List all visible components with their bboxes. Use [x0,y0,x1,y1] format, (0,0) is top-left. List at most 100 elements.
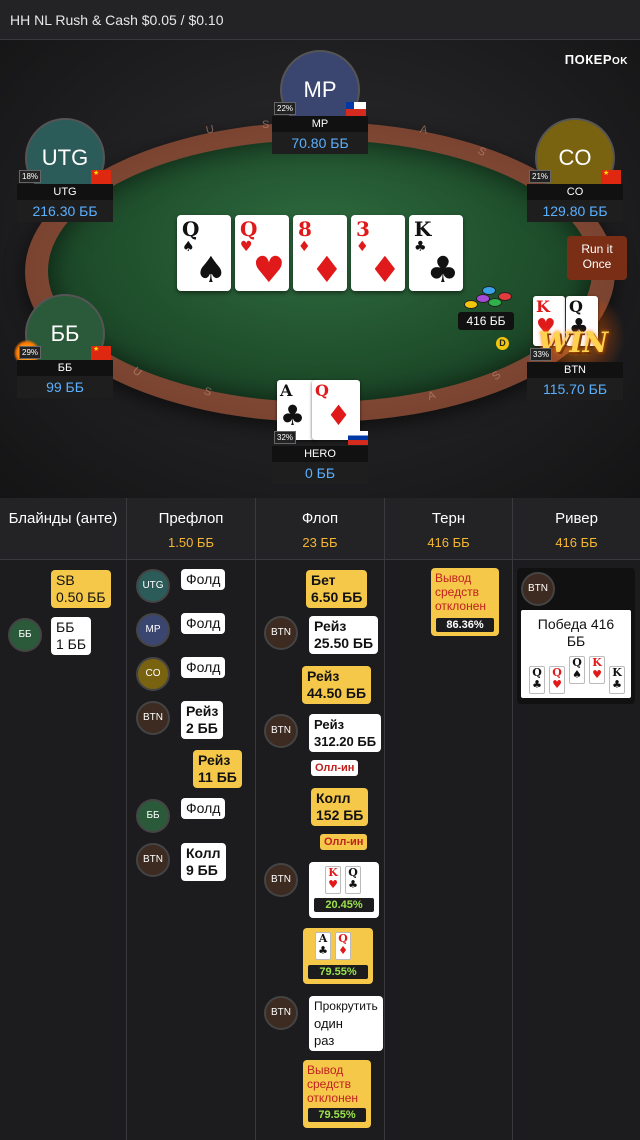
hand-history: Блайнды (анте) Префлоп 1.50 ББ Флоп 23 ББ … [0,498,640,1140]
pot-chips-icon [462,286,512,312]
shown-hand-btn: K ♥ Q ♣ 20.45% [309,862,379,918]
player-avatar-btn: BTN [264,616,298,650]
action-bubble: Рейз 2 ББ [181,701,224,739]
mini-card: Q ♣ [529,666,545,694]
player-avatar-btn: BTN [136,843,170,877]
board-card: K ♣ ♣ [409,215,463,291]
player-avatar-bb: ББ [8,618,42,652]
hand-percent-badge: 29% [19,346,42,359]
column-pot: 416 ББ [427,535,470,550]
brand-logo: ПОКЕРOK [565,52,628,67]
mini-card: Q ♠ [569,656,585,684]
board-card: 8 ♦ ♦ [293,215,347,291]
all-in-tag: Олл-ин [311,760,359,776]
china-flag-icon [91,169,111,184]
mini-card: K ♣ [609,666,625,694]
seat-hero[interactable]: HERO 0 ББ [272,444,368,488]
rail-letter: S [262,119,270,131]
seat-btn[interactable]: BTN 115.70 ББ [527,360,623,404]
seat-stack: 115.70 ББ [527,378,623,400]
mini-card: Q ♣ [345,866,361,894]
action-bubble-hero: Бет 6.50 ББ [306,570,368,608]
action-bubble: Рейз 312.20 ББ [309,714,382,752]
poker-table: ПОКЕРOK U S A S U S A S MP 22% MP 70.80 … [0,40,640,498]
equity-percent: 79.55% [308,1108,366,1122]
hand-percent-badge: 18% [19,170,42,183]
board-card: Q ♥ ♥ [235,215,289,291]
mini-card: K ♥ [325,866,341,894]
hand-percent-badge: 22% [274,102,297,115]
column-pot: 23 ББ [302,535,338,550]
seat-stack: 216.30 ББ [17,200,113,222]
dealer-button-icon: D [496,337,509,350]
player-avatar-mp: MP [136,613,170,647]
player-avatar-bb: ББ [136,799,170,833]
action-bubble: Фолд [181,569,226,590]
seat-mp[interactable]: MP 22% MP 70.80 ББ [272,50,368,160]
action-bubble-bb: ББ 1 ББ [51,617,92,655]
mini-card: K ♥ [589,656,605,684]
column-title: Ривер [555,510,598,527]
action-bubble-hero: Колл 152 ББ [311,788,369,826]
column-title: Префлоп [158,510,224,527]
pot-amount: 416 ББ [458,312,514,330]
seat-stack: 70.80 ББ [272,132,368,154]
brand-mark: OK [612,56,628,67]
action-bubble: Фолд [181,613,226,634]
winner-panel: BTN Победа 416 ББ Q ♣ Q ♥ Q ♠ K ♥ K ♣ [517,568,635,704]
player-avatar-co: CO [136,657,170,691]
hand-percent-badge: 32% [274,431,297,444]
action-bubble: Рейз 25.50 ББ [309,616,379,654]
column-title: Флоп [301,510,339,527]
player-avatar-btn: BTN [136,701,170,735]
player-avatar-btn: BTN [521,572,555,606]
action-bubble: Колл 9 ББ [181,843,226,881]
player-avatar-btn: BTN [264,996,298,1030]
win-amount-text: Победа 416 ББ [537,616,615,649]
winner-result: Победа 416 ББ Q ♣ Q ♥ Q ♠ K ♥ K ♣ [521,610,631,698]
column-title: Терн [431,510,466,527]
all-in-tag: Олл-ин [320,834,368,850]
column-pot: 416 ББ [555,535,598,550]
shown-hand-hero: A ♣ Q ♦ 79.55% [303,928,373,984]
china-flag-icon [601,169,621,184]
equity-percent: 20.45% [314,898,374,912]
action-bubble: Фолд [181,657,226,678]
action-bubble-hero: Рейз 11 ББ [193,750,242,788]
board-card: 3 ♦ ♦ [351,215,405,291]
mini-card: Q ♥ [549,666,565,694]
seat-name: ББ [17,360,113,376]
seat-stack: 99 ББ [17,376,113,398]
column-pot: 1.50 ББ [168,535,214,550]
board-card: Q ♠ ♠ [177,215,231,291]
seat-stack: 0 ББ [272,462,368,484]
action-bubble: Фолд [181,798,226,819]
mini-card: A ♣ [315,932,331,960]
player-avatar-btn: BTN [264,714,298,748]
mini-card: Q ♦ [335,932,351,960]
player-avatar-btn: BTN [264,863,298,897]
rail-letter: U [204,123,216,137]
russia-flag-icon [348,431,368,445]
action-bubble-hero: Рейз 44.50 ББ [302,666,372,704]
equity-percent: 79.55% [308,965,368,979]
action-bubble-sb: SB 0.50 ББ [51,570,111,608]
seat-name: MP [272,116,368,132]
run-it-once-button[interactable]: Run it Once [567,236,627,280]
player-avatar-utg: UTG [136,569,170,603]
seat-name: CO [527,184,623,200]
seat-bb[interactable]: ББ 29% ББ 99 ББ [14,294,113,404]
brand-text: ПОКЕР [564,52,612,67]
seat-name: HERO [272,446,368,462]
seat-name: BTN [527,362,623,378]
hand-percent-badge: 21% [529,170,552,183]
seat-co[interactable]: CO 21% CO 129.80 ББ [527,118,623,228]
equity-percent: 86.36% [436,618,494,632]
action-bubble: Прокрутить один раз [309,996,383,1051]
column-title: Блайнды (анте) [8,510,118,527]
seat-stack: 129.80 ББ [527,200,623,222]
seat-name: UTG [17,184,113,200]
china-flag-icon [91,345,111,360]
chile-flag-icon [346,102,366,116]
seat-utg[interactable]: UTG 18% UTG 216.30 ББ [17,118,113,228]
